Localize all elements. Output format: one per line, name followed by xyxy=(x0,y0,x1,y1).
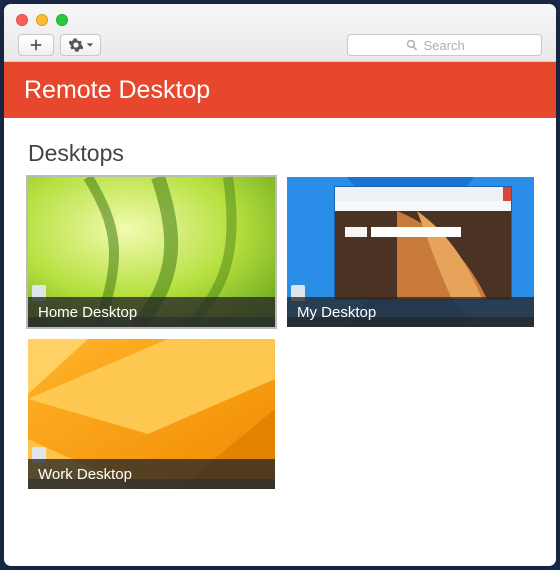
add-button[interactable] xyxy=(18,34,54,56)
maximize-window-button[interactable] xyxy=(56,14,68,26)
chevron-down-icon xyxy=(86,41,94,49)
toolbar xyxy=(18,34,101,56)
desktop-tile-label: My Desktop xyxy=(287,297,534,327)
section-title: Desktops xyxy=(28,140,534,167)
titlebar xyxy=(4,4,556,62)
desktop-tile[interactable]: Home Desktop xyxy=(28,177,275,327)
desktop-tile[interactable]: Work Desktop xyxy=(28,339,275,489)
search-input[interactable] xyxy=(424,38,484,53)
window-controls xyxy=(16,14,68,26)
search-icon xyxy=(406,39,418,51)
desktops-grid: Home Desktop xyxy=(28,177,534,489)
app-window: Remote Desktop Desktops xyxy=(4,4,556,566)
close-window-button[interactable] xyxy=(16,14,28,26)
search-field-container[interactable] xyxy=(347,34,542,56)
plus-icon xyxy=(29,38,43,52)
minimize-window-button[interactable] xyxy=(36,14,48,26)
content-area: Desktops Home Desktop xyxy=(4,118,556,566)
desktop-tile-label: Work Desktop xyxy=(28,459,275,489)
desktop-tile-label: Home Desktop xyxy=(28,297,275,327)
settings-menu-button[interactable] xyxy=(60,34,101,56)
app-banner: Remote Desktop xyxy=(4,62,556,118)
app-title: Remote Desktop xyxy=(24,76,210,105)
desktop-tile[interactable]: My Desktop xyxy=(287,177,534,327)
gear-icon xyxy=(69,38,83,52)
